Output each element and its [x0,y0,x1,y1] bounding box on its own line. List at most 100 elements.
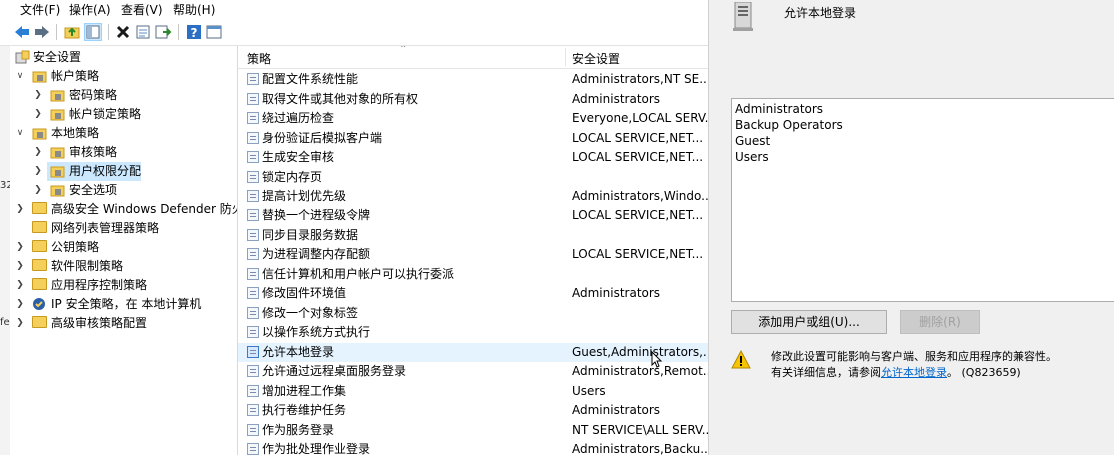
policy-item-icon [247,248,259,260]
policy-item-icon [247,365,259,377]
column-header-policy[interactable]: 策略 [247,50,271,67]
list-row[interactable]: 绕过遍历检查 Everyone,LOCAL SERV... [238,109,708,128]
tree-item-firewall[interactable]: ❯ 高级安全 Windows Defender 防火墙 [10,200,238,219]
tree-label: 帐户锁定策略 [69,107,142,121]
list-row[interactable]: 身份验证后模拟客户端 LOCAL SERVICE,NET... [238,129,708,148]
users-listbox[interactable]: Administrators Backup Operators Guest Us… [731,98,1114,302]
help-icon[interactable]: ? [185,23,203,41]
tree-item-network-list[interactable]: 网络列表管理器策略 [10,219,236,238]
delete-icon[interactable] [114,23,132,41]
listbox-item[interactable]: Administrators [735,102,823,116]
collapsed-chevron-icon[interactable]: ❯ [15,257,25,276]
list-row-hovered[interactable]: 允许本地登录 Guest,Administrators,... [238,343,708,362]
tree-label: 审核策略 [69,145,118,159]
list-row[interactable]: 执行卷维护任务 Administrators [238,401,708,420]
policy-name: 身份验证后模拟客户端 [262,131,383,145]
list-row[interactable]: 允许通过远程桌面服务登录 Administrators,Remot... [238,362,708,381]
export-list-icon[interactable] [154,23,172,41]
list-row[interactable]: 提高计划优先级 Administrators,Windo... [238,187,708,206]
back-icon[interactable] [13,23,31,41]
policy-item-icon [247,151,259,163]
collapsed-chevron-icon[interactable]: ❯ [15,295,25,314]
list-header: 策略 ⌃ 安全设置 [238,46,708,69]
tree-item-account-policies[interactable]: ∨ 帐户策略 [10,67,236,86]
dialog-policy-title: 允许本地登录 [784,6,857,20]
collapsed-chevron-icon[interactable]: ❯ [15,314,25,333]
expanded-chevron-icon[interactable]: ∨ [15,67,25,86]
tree-item-audit-policy[interactable]: ❯ 审核策略 [10,143,236,162]
security-setting: LOCAL SERVICE,NET... [572,150,704,164]
list-row[interactable]: 替换一个进程级令牌 LOCAL SERVICE,NET... [238,206,708,225]
up-folder-icon[interactable] [63,23,81,41]
list-row[interactable]: 作为服务登录 NT SERVICE\ALL SERV... [238,421,708,440]
tree-item-password-policy[interactable]: ❯ 密码策略 [10,86,236,105]
tree-item-lockout-policy[interactable]: ❯ 帐户锁定策略 [10,105,236,124]
collapsed-chevron-icon[interactable]: ❯ [15,200,25,219]
collapsed-chevron-icon[interactable]: ❯ [33,105,43,124]
collapsed-chevron-icon[interactable]: ❯ [15,238,25,257]
list-row[interactable]: 增加进程工作集 Users [238,382,708,401]
collapsed-chevron-icon[interactable]: ❯ [33,181,43,200]
list-row[interactable]: 配置文件系统性能 Administrators,NT SE... [238,70,708,89]
tree-item-security-settings[interactable]: 安全设置 [10,48,236,67]
security-setting: LOCAL SERVICE,NET... [572,247,704,261]
list-row[interactable]: 生成安全审核 LOCAL SERVICE,NET... [238,148,708,167]
tree-label: 应用程序控制策略 [51,278,148,292]
list-row[interactable]: 同步目录服务数据 [238,226,708,245]
listbox-item[interactable]: Users [735,150,769,164]
add-user-or-group-button[interactable]: 添加用户或组(U)... [731,310,887,334]
tree-label: 高级审核策略配置 [51,316,148,330]
help-link[interactable]: 允许本地登录 [881,366,947,379]
show-console-icon[interactable] [205,23,223,41]
menu-view[interactable]: 查看(V) [121,1,163,18]
tree-item-app-control[interactable]: ❯ 应用程序控制策略 [10,276,236,295]
list-row[interactable]: 为进程调整内存配额 LOCAL SERVICE,NET... [238,245,708,264]
expanded-chevron-icon[interactable]: ∨ [15,124,25,143]
tree-label: 高级安全 Windows Defender 防火墙 [51,202,238,216]
list-row[interactable]: 修改一个对象标签 [238,304,708,323]
tree-item-user-rights[interactable]: ❯ 用户权限分配 [10,162,236,181]
listbox-item[interactable]: Guest [735,134,770,148]
policy-name: 取得文件或其他对象的所有权 [262,92,419,106]
policy-name: 替换一个进程级令牌 [262,208,371,222]
remove-button[interactable]: 删除(R) [900,310,980,334]
policy-name: 绕过遍历检查 [262,111,335,125]
policy-item-icon [247,443,259,455]
column-divider[interactable] [565,48,566,66]
warning-suffix: 。 (Q823659) [947,366,1021,379]
show-hide-tree-icon[interactable] [84,23,102,41]
properties-icon[interactable] [134,23,152,41]
forward-icon[interactable] [33,23,51,41]
menu-help[interactable]: 帮助(H) [173,1,215,18]
menu-file[interactable]: 文件(F) [20,1,60,18]
collapsed-chevron-icon[interactable]: ❯ [15,276,25,295]
listbox-item[interactable]: Backup Operators [735,118,843,132]
collapsed-chevron-icon[interactable]: ❯ [33,162,43,181]
list-row[interactable]: 修改固件环境值 Administrators [238,284,708,303]
collapsed-chevron-icon[interactable]: ❯ [33,143,43,162]
list-row[interactable]: 信任计算机和用户帐户可以执行委派 [238,265,708,284]
tree-item-software-restriction[interactable]: ❯ 软件限制策略 [10,257,236,276]
tree-item-ipsec[interactable]: ❯ IP 安全策略，在 本地计算机 [10,295,236,314]
tree-label: 软件限制策略 [51,259,124,273]
tree-label: 公钥策略 [51,240,100,254]
collapsed-chevron-icon[interactable]: ❯ [33,86,43,105]
policy-folder-icon [50,164,65,178]
policy-name: 锁定内存页 [262,170,323,184]
tree-item-security-options[interactable]: ❯ 安全选项 [10,181,236,200]
list-row[interactable]: 作为批处理作业登录 Administrators,Backu... [238,440,708,455]
menu-action[interactable]: 操作(A) [69,1,111,18]
tree-item-local-policies[interactable]: ∨ 本地策略 [10,124,236,143]
list-row[interactable]: 锁定内存页 [238,168,708,187]
column-header-security-setting[interactable]: 安全设置 [572,50,620,67]
list-row[interactable]: 以操作系统方式执行 [238,323,708,342]
tree-item-public-key[interactable]: ❯ 公钥策略 [10,238,236,257]
sort-ascending-icon: ⌃ [399,46,408,55]
policy-name: 以操作系统方式执行 [262,325,371,339]
policy-item-icon [247,132,259,144]
tree-item-advanced-audit[interactable]: ❯ 高级审核策略配置 [10,314,236,333]
menu-bar: 文件(F) 操作(A) 查看(V) 帮助(H) [0,0,708,18]
list-row[interactable]: 取得文件或其他对象的所有权 Administrators [238,90,708,109]
policy-name: 同步目录服务数据 [262,228,359,242]
folder-icon [32,240,47,254]
